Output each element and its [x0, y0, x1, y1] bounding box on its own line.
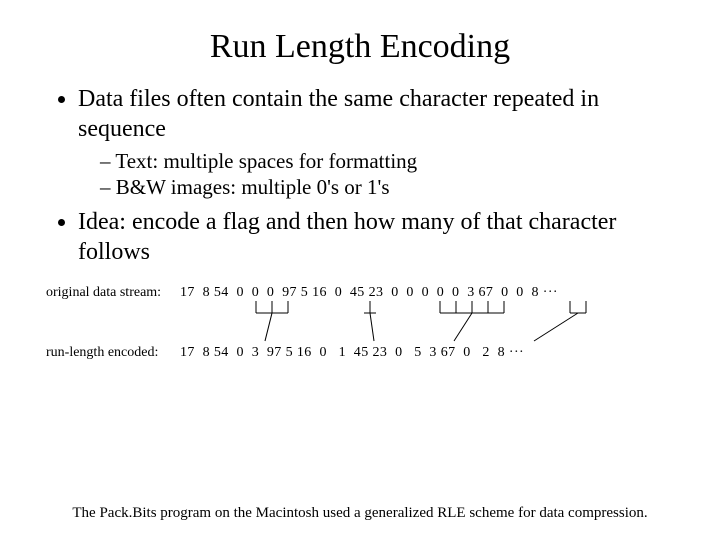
sub-bullet-item: B&W images: multiple 0's or 1's — [100, 174, 680, 200]
original-label: original data stream: — [46, 285, 161, 301]
sub-bullet-list: Text: multiple spaces for formatting B&W… — [78, 148, 680, 201]
encoded-label: run-length encoded: — [46, 345, 158, 361]
sub-bullet-item: Text: multiple spaces for formatting — [100, 148, 680, 174]
slide: Run Length Encoding Data files often con… — [0, 0, 720, 385]
bullet-item: Idea: encode a flag and then how many of… — [78, 207, 680, 267]
footer-note: The Pack.Bits program on the Macintosh u… — [0, 505, 720, 522]
slide-title: Run Length Encoding — [40, 28, 680, 66]
rle-diagram: original data stream: 17 8 54 0 0 0 97 5… — [40, 285, 680, 375]
bullet-item: Data files often contain the same charac… — [78, 84, 680, 144]
original-stream: 17 8 54 0 0 0 97 5 16 0 45 23 0 0 0 0 0 … — [180, 285, 558, 301]
encoded-stream: 17 8 54 0 3 97 5 16 0 1 45 23 0 5 3 67 0… — [180, 345, 524, 361]
bullet-list: Data files often contain the same charac… — [60, 84, 680, 267]
